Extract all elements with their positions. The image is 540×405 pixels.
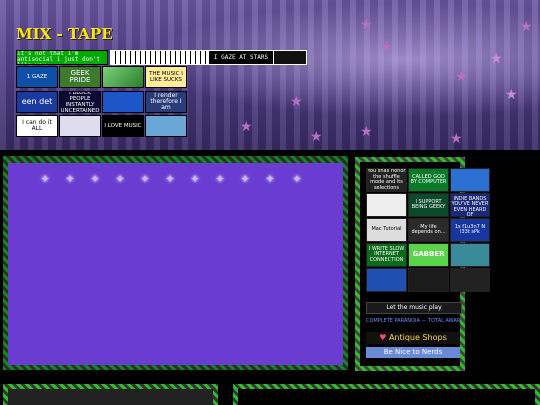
header-banner: ★ ★ ★ ★ ★ ★ ★ ★ ★ ★ ★ MIX - TAPE it's no… xyxy=(0,0,540,150)
bottom-left-panel xyxy=(8,389,213,405)
sparkle-icon: ✦ xyxy=(90,172,101,186)
star-decoration: ★ xyxy=(380,39,393,55)
sparkle-icon: ✦ xyxy=(140,172,151,186)
button-badge[interactable] xyxy=(366,193,407,217)
paranoia-bar[interactable]: COMPLETE PARANOIA — TOTAL AWARENESS xyxy=(366,316,460,326)
gaze-stars-banner: I GAZE AT STARS xyxy=(208,50,274,65)
music-play-bar[interactable]: Let the music play xyxy=(366,302,462,314)
bottom-right-panel xyxy=(238,389,535,405)
star-decoration: ★ xyxy=(505,87,518,103)
star-decoration: ★ xyxy=(360,17,373,33)
stamp[interactable] xyxy=(59,115,101,137)
sparkle-icon: ✦ xyxy=(115,172,126,186)
stamp[interactable] xyxy=(102,66,144,88)
star-decoration: ★ xyxy=(490,51,503,67)
left-content-panel xyxy=(8,163,343,365)
sparkle-icon: ✦ xyxy=(40,172,51,186)
button-badge[interactable]: SUPPORT INDIE BANDS YOU'VE NEVER EVEN HE… xyxy=(450,193,490,217)
stamp[interactable]: 1 GAZE xyxy=(16,66,58,88)
be-nice-to-nerds-bar[interactable]: Be Nice to Nerds xyxy=(366,347,460,358)
sparkle-icon: ✦ xyxy=(65,172,76,186)
piano-keys-icon xyxy=(110,50,208,65)
star-decoration: ★ xyxy=(310,129,323,145)
button-badge[interactable] xyxy=(450,268,490,292)
star-decoration: ★ xyxy=(455,69,468,85)
sparkle-icon: ✦ xyxy=(292,172,303,186)
star-decoration: ★ xyxy=(450,131,463,147)
stamp[interactable]: een det xyxy=(16,91,58,113)
star-decoration: ★ xyxy=(520,19,533,35)
button-badge[interactable] xyxy=(408,268,449,292)
page-title: MIX - TAPE xyxy=(16,25,113,43)
button-badge[interactable]: CALLED GOD BY COMPUTER xyxy=(408,168,449,192)
button-badge[interactable]: Mac Tutorial xyxy=(366,218,407,242)
button-badge[interactable]: GABBER xyxy=(408,243,449,267)
stamp[interactable]: I BLOCK PEOPLE INSTANTLY UNCERTAINED xyxy=(59,91,101,113)
stamp[interactable]: GEEK PRIDE xyxy=(59,66,101,88)
stamp[interactable]: I LOVE MUSIC xyxy=(102,115,144,137)
button-badge[interactable]: My life depends on... xyxy=(408,218,449,242)
button-badge[interactable] xyxy=(366,268,407,292)
star-decoration: ★ xyxy=(240,119,253,135)
antique-shops-bar[interactable]: ♥ Antique Shops xyxy=(366,332,460,344)
stamp[interactable]: I can do it ALL xyxy=(16,115,58,137)
stamp[interactable]: THE MUSIC I LIKE SUCKS xyxy=(145,66,187,88)
sparkle-icon xyxy=(273,50,307,65)
marquee-banner: it's not that i'm antisocial i just don'… xyxy=(16,50,108,65)
sparkle-icon: ✦ xyxy=(265,172,276,186)
button-badge[interactable] xyxy=(450,168,490,192)
star-decoration: ★ xyxy=(360,124,373,140)
button-badge[interactable]: You shall honor the shuffle mode and its… xyxy=(366,168,407,192)
antique-shops-label: Antique Shops xyxy=(388,333,447,342)
stamp[interactable]: I render therefore I am xyxy=(145,91,187,113)
sparkle-icon: ✦ xyxy=(165,172,176,186)
sparkle-icon: ✦ xyxy=(190,172,201,186)
button-badge[interactable]: I WRITE SLOW INTERNET CONNECTION xyxy=(366,243,407,267)
button-badge[interactable]: I SUPPORT BEING GEEKY xyxy=(408,193,449,217)
stamp[interactable] xyxy=(102,91,144,113)
stamp[interactable] xyxy=(145,115,187,137)
sparkle-icon: ✦ xyxy=(240,172,251,186)
heart-icon: ♥ xyxy=(379,333,389,342)
star-decoration: ★ xyxy=(290,94,303,110)
button-badge[interactable]: 1s f1u3n7 N l33t sPk xyxy=(450,218,490,242)
button-badge[interactable] xyxy=(450,243,490,267)
sparkle-icon: ✦ xyxy=(215,172,226,186)
